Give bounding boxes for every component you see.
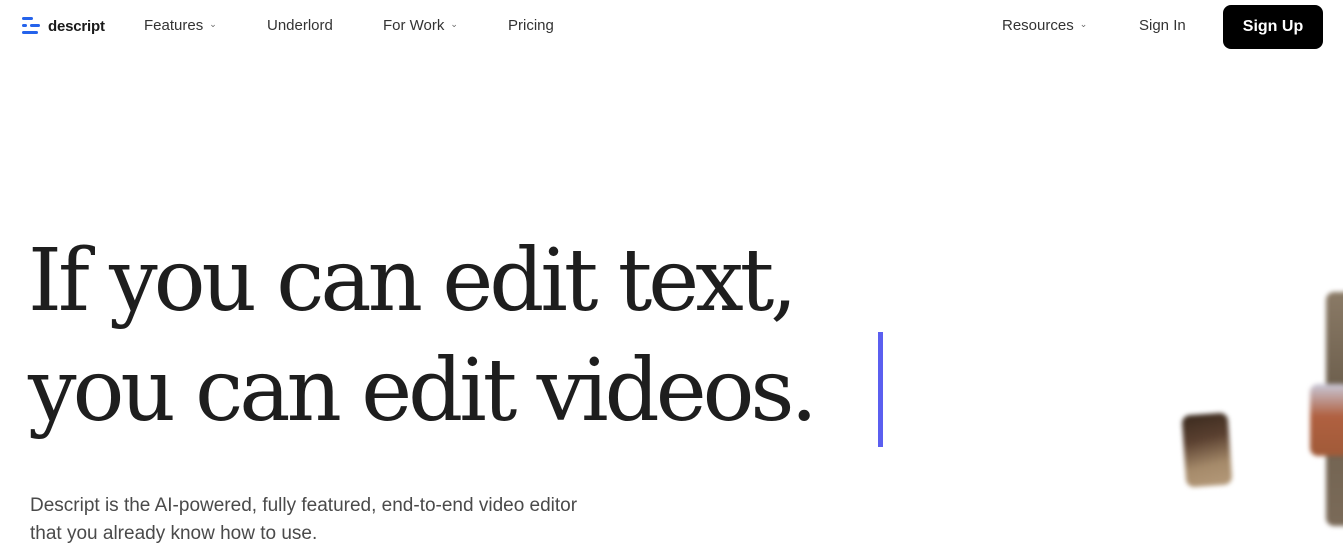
nav-underlord-label: Underlord [267, 17, 333, 34]
nav-features-label: Features [144, 17, 204, 34]
nav-underlord[interactable]: Underlord [267, 17, 333, 34]
chevron-down-icon: ⌄ [450, 19, 458, 29]
top-navigation: descript Features ⌄ Underlord For Work ⌄… [0, 0, 1343, 54]
descript-logo[interactable]: descript [22, 16, 105, 36]
nav-for-work-label: For Work [383, 17, 445, 34]
nav-pricing[interactable]: Pricing [508, 17, 554, 34]
text-cursor-caret [878, 332, 883, 447]
sign-in-label: Sign In [1139, 17, 1186, 34]
video-thumbnail-overlay [1310, 384, 1343, 456]
descript-logo-icon [22, 16, 42, 36]
nav-features[interactable]: Features ⌄ [144, 17, 217, 34]
sign-in-link[interactable]: Sign In [1139, 17, 1186, 34]
chevron-down-icon: ⌄ [1079, 19, 1088, 29]
chevron-down-icon: ⌄ [209, 19, 217, 29]
nav-resources-label: Resources [1002, 17, 1074, 34]
nav-for-work[interactable]: For Work ⌄ [383, 17, 458, 34]
sign-up-button[interactable]: Sign Up [1223, 5, 1323, 49]
hero-subtitle-line-1: Descript is the AI-powered, fully featur… [30, 495, 578, 516]
hero-headline-line-1: If you can edit text, [28, 231, 798, 331]
nav-pricing-label: Pricing [508, 17, 554, 34]
hero-subtitle: Descript is the AI-powered, fully featur… [30, 492, 730, 548]
hero-subtitle-line-2: that you already know how to use. [30, 523, 318, 544]
video-thumbnail-small [1181, 412, 1233, 488]
logo-text: descript [48, 17, 105, 35]
nav-resources[interactable]: Resources ⌄ [1002, 17, 1087, 34]
hero-headline: If you can edit text, you can edit video… [28, 226, 818, 446]
hero-headline-line-2: you can edit videos. [28, 341, 818, 441]
